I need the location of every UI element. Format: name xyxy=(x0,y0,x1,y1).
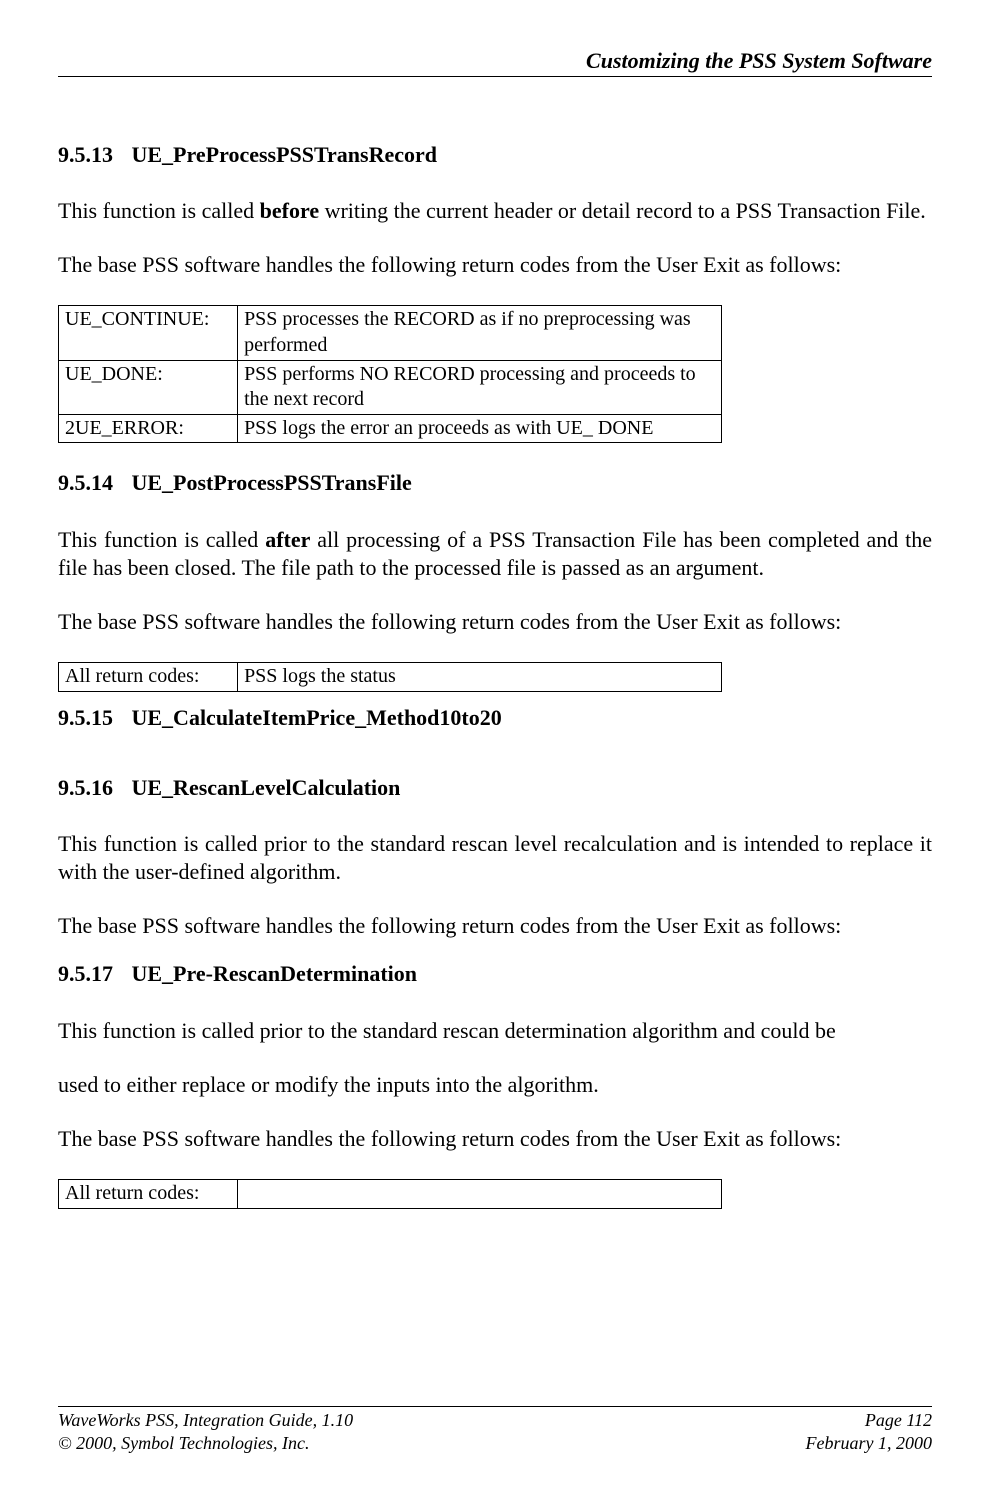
table-9-5-13: UE_CONTINUE: PSS processes the RECORD as… xyxy=(58,305,722,443)
text-bold: before xyxy=(260,198,319,223)
footer: WaveWorks PSS, Integration Guide, 1.10 P… xyxy=(58,1406,932,1454)
heading-9-5-13: 9.5.13 UE_PreProcessPSSTransRecord xyxy=(58,141,932,169)
text-fragment: writing the current header or detail rec… xyxy=(319,198,926,223)
para-9-5-16-1: This function is called prior to the sta… xyxy=(58,830,932,886)
table-cell-desc: PSS logs the error an proceeds as with U… xyxy=(238,414,722,443)
heading-number: 9.5.16 xyxy=(58,774,126,802)
table-cell-desc xyxy=(238,1180,722,1209)
heading-9-5-17: 9.5.17 UE_Pre-RescanDetermination xyxy=(58,960,932,988)
table-cell-code: All return codes: xyxy=(59,663,238,692)
footer-right-1: Page 112 xyxy=(865,1409,932,1432)
table-9-5-14: All return codes: PSS logs the status xyxy=(58,662,722,692)
text-fragment: This function is called xyxy=(58,198,260,223)
heading-9-5-14: 9.5.14 UE_PostProcessPSSTransFile xyxy=(58,469,932,497)
table-row: UE_CONTINUE: PSS processes the RECORD as… xyxy=(59,306,722,360)
header-title: Customizing the PSS System Software xyxy=(58,48,932,74)
para-9-5-17-2: used to either replace or modify the inp… xyxy=(58,1071,932,1099)
table-row: UE_DONE: PSS performs NO RECORD processi… xyxy=(59,360,722,414)
table-cell-desc: PSS performs NO RECORD processing and pr… xyxy=(238,360,722,414)
heading-number: 9.5.13 xyxy=(58,141,126,169)
footer-right-2: February 1, 2000 xyxy=(806,1432,932,1455)
para-9-5-17-1: This function is called prior to the sta… xyxy=(58,1017,932,1045)
para-9-5-16-2: The base PSS software handles the follow… xyxy=(58,912,932,940)
table-9-5-17: All return codes: xyxy=(58,1179,722,1209)
para-9-5-17-3: The base PSS software handles the follow… xyxy=(58,1125,932,1153)
para-9-5-13-2: The base PSS software handles the follow… xyxy=(58,251,932,279)
heading-9-5-15: 9.5.15 UE_CalculateItemPrice_Method10to2… xyxy=(58,704,932,732)
heading-title: UE_PostProcessPSSTransFile xyxy=(132,470,412,495)
heading-number: 9.5.15 xyxy=(58,704,126,732)
table-row: All return codes: PSS logs the status xyxy=(59,663,722,692)
footer-left-2: © 2000, Symbol Technologies, Inc. xyxy=(58,1432,309,1455)
text-bold: after xyxy=(265,527,310,552)
table-cell-code: All return codes: xyxy=(59,1180,238,1209)
footer-rule xyxy=(58,1406,932,1407)
heading-title: UE_PreProcessPSSTransRecord xyxy=(132,142,438,167)
content-area: 9.5.13 UE_PreProcessPSSTransRecord This … xyxy=(58,115,932,1406)
heading-title: UE_RescanLevelCalculation xyxy=(132,775,401,800)
text-fragment: This function is called xyxy=(58,527,265,552)
footer-left-1: WaveWorks PSS, Integration Guide, 1.10 xyxy=(58,1409,353,1432)
para-9-5-14-1: This function is called after all proces… xyxy=(58,526,932,582)
table-cell-desc: PSS processes the RECORD as if no prepro… xyxy=(238,306,722,360)
table-cell-code: UE_CONTINUE: xyxy=(59,306,238,360)
footer-row-1: WaveWorks PSS, Integration Guide, 1.10 P… xyxy=(58,1409,932,1432)
heading-title: UE_CalculateItemPrice_Method10to20 xyxy=(132,705,502,730)
table-cell-desc: PSS logs the status xyxy=(238,663,722,692)
para-9-5-13-1: This function is called before writing t… xyxy=(58,197,932,225)
table-cell-code: 2UE_ERROR: xyxy=(59,414,238,443)
heading-title: UE_Pre-RescanDetermination xyxy=(132,961,418,986)
table-cell-code: UE_DONE: xyxy=(59,360,238,414)
heading-9-5-16: 9.5.16 UE_RescanLevelCalculation xyxy=(58,774,932,802)
table-row: All return codes: xyxy=(59,1180,722,1209)
page-container: Customizing the PSS System Software 9.5.… xyxy=(0,0,990,1494)
heading-number: 9.5.14 xyxy=(58,469,126,497)
footer-row-2: © 2000, Symbol Technologies, Inc. Februa… xyxy=(58,1432,932,1455)
header-rule xyxy=(58,76,932,77)
para-9-5-14-2: The base PSS software handles the follow… xyxy=(58,608,932,636)
table-row: 2UE_ERROR: PSS logs the error an proceed… xyxy=(59,414,722,443)
heading-number: 9.5.17 xyxy=(58,960,126,988)
